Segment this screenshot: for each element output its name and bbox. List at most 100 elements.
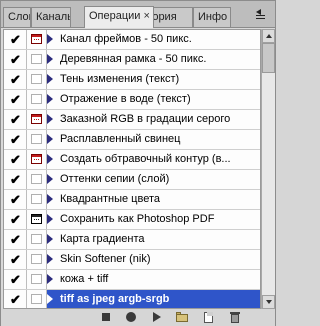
action-label-cell[interactable]: Карта градиента (47, 230, 260, 249)
action-row[interactable]: ✔ Квадрантные цвета (4, 190, 260, 210)
toggle-item-cell[interactable]: ✔ (4, 170, 27, 189)
action-row[interactable]: ✔ Создать обтравочный контур (в... (4, 150, 260, 170)
checkmark-icon[interactable]: ✔ (10, 153, 21, 166)
toggle-item-cell[interactable]: ✔ (4, 90, 27, 109)
action-row[interactable]: ✔ Тень изменения (текст) (4, 70, 260, 90)
action-row[interactable]: ✔ tiff as jpeg argb-srgb (4, 290, 260, 308)
expand-triangle-icon[interactable] (47, 94, 53, 104)
action-label-cell[interactable]: Деревянная рамка - 50 пикс. (47, 50, 260, 69)
dialog-toggle-icon[interactable] (31, 214, 42, 224)
checkmark-icon[interactable]: ✔ (10, 93, 21, 106)
dialog-toggle-icon[interactable] (31, 114, 42, 124)
toggle-dialog-cell[interactable] (27, 210, 47, 229)
play-icon[interactable] (149, 311, 163, 324)
close-icon[interactable]: × (143, 7, 149, 25)
new-set-folder-icon[interactable] (175, 311, 189, 324)
expand-triangle-icon[interactable] (47, 74, 53, 84)
action-row[interactable]: ✔ Расплавленный свинец (4, 130, 260, 150)
new-action-icon[interactable] (202, 311, 216, 324)
action-row[interactable]: ✔ кожа + tiff (4, 270, 260, 290)
stop-icon[interactable] (99, 311, 113, 324)
checkmark-icon[interactable]: ✔ (10, 53, 21, 66)
checkmark-icon[interactable]: ✔ (10, 73, 21, 86)
dialog-toggle-icon[interactable] (31, 54, 42, 64)
checkmark-icon[interactable]: ✔ (10, 173, 21, 186)
action-row[interactable]: ✔ Сохранить как Photoshop PDF (4, 210, 260, 230)
toggle-item-cell[interactable]: ✔ (4, 50, 27, 69)
action-label-cell[interactable]: Тень изменения (текст) (47, 70, 260, 89)
toggle-dialog-cell[interactable] (27, 250, 47, 269)
action-label-cell[interactable]: Сохранить как Photoshop PDF (47, 210, 260, 229)
action-label-cell[interactable]: Отражение в воде (текст) (47, 90, 260, 109)
panel-menu-icon[interactable] (256, 9, 270, 21)
toggle-item-cell[interactable]: ✔ (4, 230, 27, 249)
expand-triangle-icon[interactable] (47, 34, 53, 44)
expand-triangle-icon[interactable] (47, 234, 53, 244)
checkmark-icon[interactable]: ✔ (10, 133, 21, 146)
expand-triangle-icon[interactable] (47, 134, 53, 144)
action-label-cell[interactable]: кожа + tiff (47, 270, 260, 289)
dialog-toggle-icon[interactable] (31, 154, 42, 164)
expand-triangle-icon[interactable] (47, 174, 53, 184)
dialog-toggle-icon[interactable] (31, 254, 42, 264)
action-row[interactable]: ✔ Карта градиента (4, 230, 260, 250)
checkmark-icon[interactable]: ✔ (10, 33, 21, 46)
dialog-toggle-icon[interactable] (31, 274, 42, 284)
toggle-item-cell[interactable]: ✔ (4, 150, 27, 169)
toggle-dialog-cell[interactable] (27, 70, 47, 89)
toggle-item-cell[interactable]: ✔ (4, 290, 27, 308)
scroll-down-icon[interactable] (262, 295, 275, 309)
toggle-dialog-cell[interactable] (27, 190, 47, 209)
toggle-dialog-cell[interactable] (27, 150, 47, 169)
checkmark-icon[interactable]: ✔ (10, 213, 21, 226)
expand-triangle-icon[interactable] (47, 194, 53, 204)
scroll-thumb[interactable] (262, 43, 275, 73)
tab-layers[interactable]: Слои (3, 7, 31, 27)
action-row[interactable]: ✔ Отражение в воде (текст) (4, 90, 260, 110)
scroll-up-icon[interactable] (262, 29, 275, 43)
vertical-scrollbar[interactable] (261, 29, 275, 309)
checkmark-icon[interactable]: ✔ (10, 273, 21, 286)
toggle-item-cell[interactable]: ✔ (4, 210, 27, 229)
expand-triangle-icon[interactable] (47, 214, 53, 224)
dialog-toggle-icon[interactable] (31, 74, 42, 84)
toggle-dialog-cell[interactable] (27, 130, 47, 149)
action-label-cell[interactable]: Создать обтравочный контур (в... (47, 150, 260, 169)
action-label-cell[interactable]: Расплавленный свинец (47, 130, 260, 149)
toggle-item-cell[interactable]: ✔ (4, 110, 27, 129)
toggle-item-cell[interactable]: ✔ (4, 250, 27, 269)
toggle-dialog-cell[interactable] (27, 290, 47, 308)
expand-triangle-icon[interactable] (47, 274, 53, 284)
action-row[interactable]: ✔ Канал фреймов - 50 пикс. (4, 30, 260, 50)
tab-info[interactable]: Инфо (193, 7, 231, 27)
action-row[interactable]: ✔ Заказной RGB в градации серого (4, 110, 260, 130)
toggle-dialog-cell[interactable] (27, 230, 47, 249)
toggle-item-cell[interactable]: ✔ (4, 270, 27, 289)
record-icon[interactable] (124, 311, 138, 324)
toggle-item-cell[interactable]: ✔ (4, 70, 27, 89)
toggle-dialog-cell[interactable] (27, 170, 47, 189)
action-label-cell[interactable]: Оттенки сепии (слой) (47, 170, 260, 189)
action-row[interactable]: ✔ Оттенки сепии (слой) (4, 170, 260, 190)
dialog-toggle-icon[interactable] (31, 134, 42, 144)
toggle-item-cell[interactable]: ✔ (4, 190, 27, 209)
checkmark-icon[interactable]: ✔ (10, 193, 21, 206)
toggle-item-cell[interactable]: ✔ (4, 30, 27, 49)
dialog-toggle-icon[interactable] (31, 194, 42, 204)
expand-triangle-icon[interactable] (47, 54, 53, 64)
trash-icon[interactable] (228, 311, 242, 324)
dialog-toggle-icon[interactable] (31, 174, 42, 184)
tab-channels[interactable]: Каналы (31, 7, 71, 27)
toggle-dialog-cell[interactable] (27, 90, 47, 109)
action-label-cell[interactable]: Заказной RGB в градации серого (47, 110, 260, 129)
action-row[interactable]: ✔ Skin Softener (nik) (4, 250, 260, 270)
checkmark-icon[interactable]: ✔ (10, 253, 21, 266)
action-label-cell[interactable]: Квадрантные цвета (47, 190, 260, 209)
action-label-cell[interactable]: tiff as jpeg argb-srgb (47, 290, 260, 308)
checkmark-icon[interactable]: ✔ (10, 293, 21, 306)
toggle-dialog-cell[interactable] (27, 30, 47, 49)
expand-triangle-icon[interactable] (47, 254, 53, 264)
action-row[interactable]: ✔ Деревянная рамка - 50 пикс. (4, 50, 260, 70)
expand-triangle-icon[interactable] (47, 294, 53, 304)
toggle-item-cell[interactable]: ✔ (4, 130, 27, 149)
